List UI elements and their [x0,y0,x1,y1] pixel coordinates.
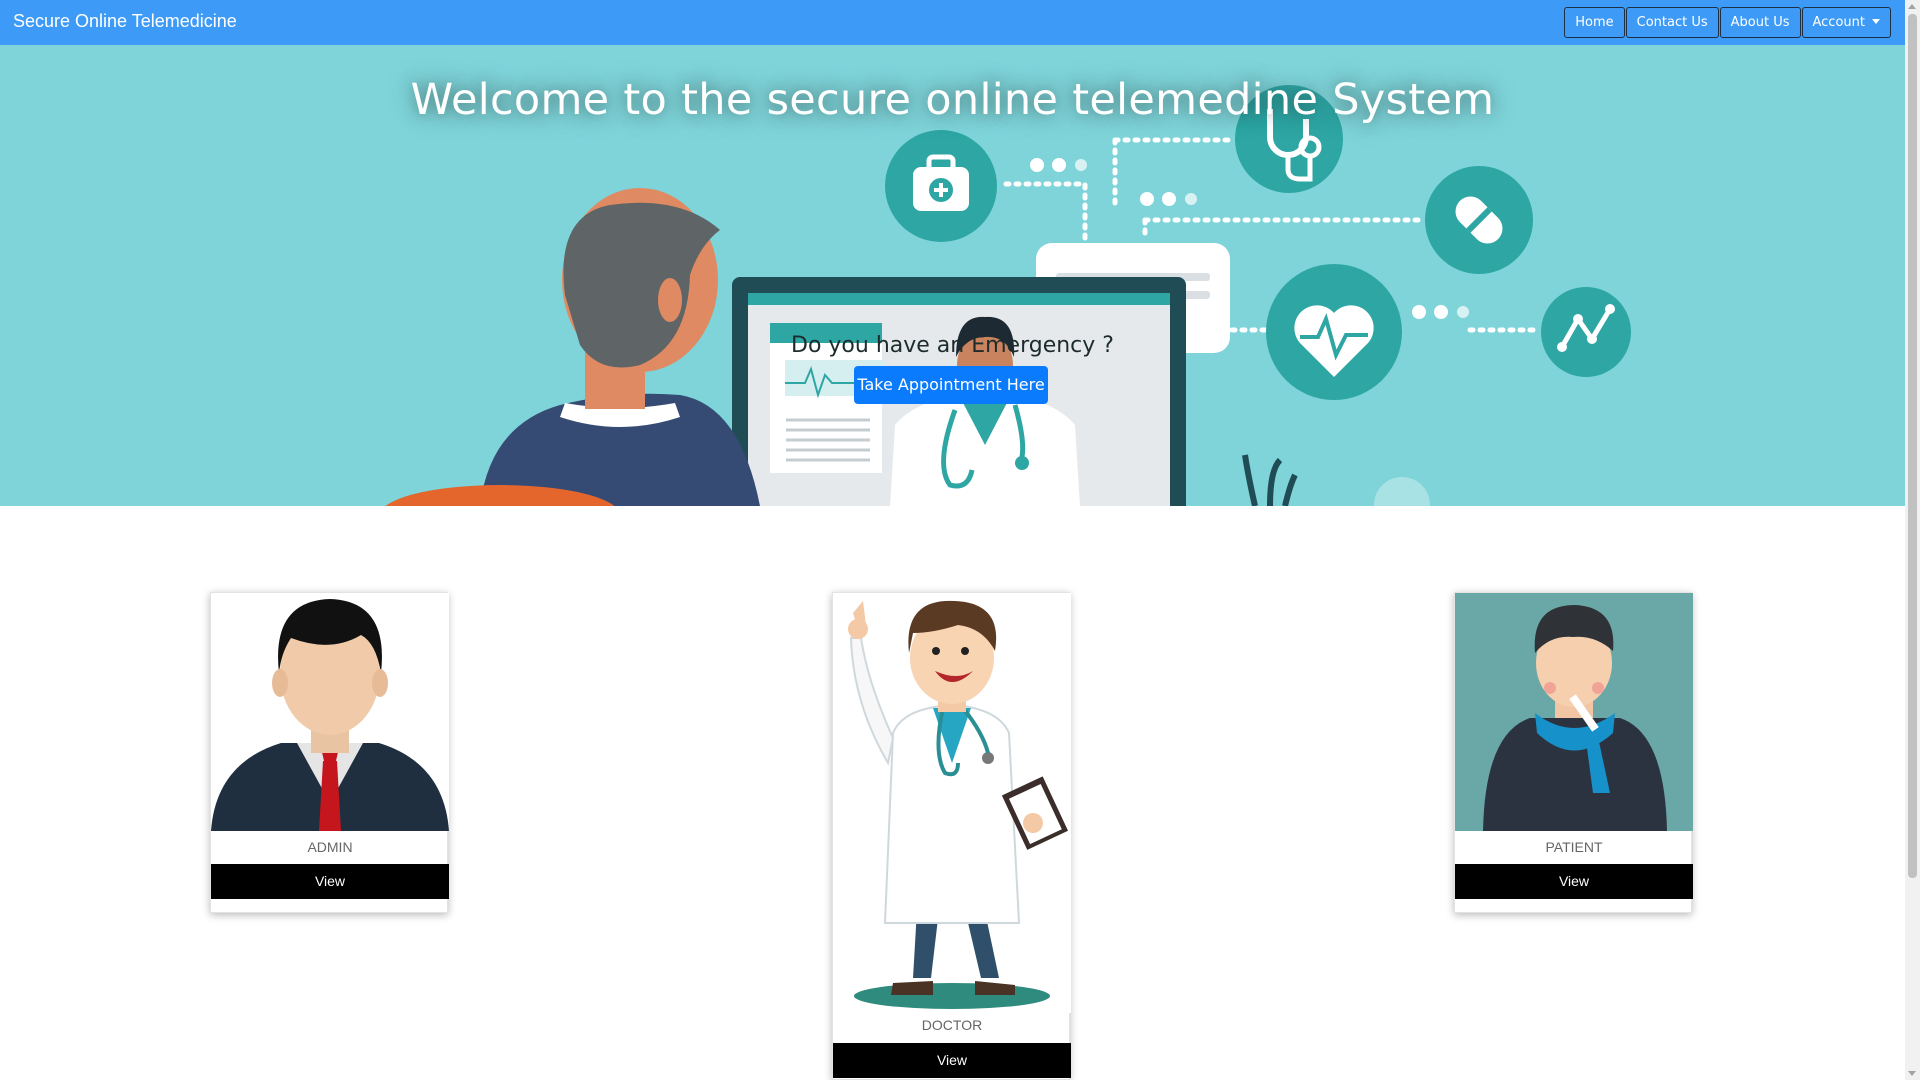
hero-banner: Welcome to the secure online telemedine … [0,45,1905,506]
pill-icon [1425,166,1533,274]
admin-label: ADMIN [307,839,353,855]
nav-links: Home Contact Us About Us Account [1563,7,1891,38]
doctor-label: DOCTOR [921,1017,983,1033]
first-aid-kit-icon [885,130,997,242]
take-appointment-button[interactable]: Take Appointment Here [854,366,1048,404]
brand-title[interactable]: Secure Online Telemedicine [13,11,237,32]
nav-contact-button[interactable]: Contact Us [1625,7,1719,38]
admin-card: ADMIN View [210,592,449,913]
patient-view-button[interactable]: View [1455,864,1693,899]
scroll-down-arrow-icon[interactable] [1908,1071,1916,1076]
nav-about-button[interactable]: About Us [1719,7,1801,38]
patient-card: PATIENT View [1454,592,1693,913]
nav-home-button[interactable]: Home [1564,7,1625,38]
scroll-up-arrow-icon[interactable] [1908,4,1916,9]
doctor-view-button[interactable]: View [833,1043,1071,1078]
doctor-card: DOCTOR View [832,592,1071,1080]
chevron-down-icon [1872,19,1880,24]
patient-avatar [1455,593,1693,831]
admin-view-button[interactable]: View [211,864,449,899]
scrollbar-thumb[interactable] [1908,14,1917,878]
doctor-avatar [833,593,1071,1013]
navbar: Secure Online Telemedicine Home Contact … [0,0,1905,45]
emergency-prompt: Do you have an Emergency ? [791,333,1114,358]
account-label: Account [1812,15,1866,30]
hero-title: Welcome to the secure online telemedine … [410,75,1495,125]
vertical-scrollbar[interactable] [1905,0,1920,1080]
patient-label: PATIENT [1545,839,1603,855]
nav-account-dropdown[interactable]: Account [1801,7,1891,38]
chart-line-icon [1541,287,1631,377]
admin-avatar [211,593,449,831]
heart-pulse-icon [1266,264,1402,400]
